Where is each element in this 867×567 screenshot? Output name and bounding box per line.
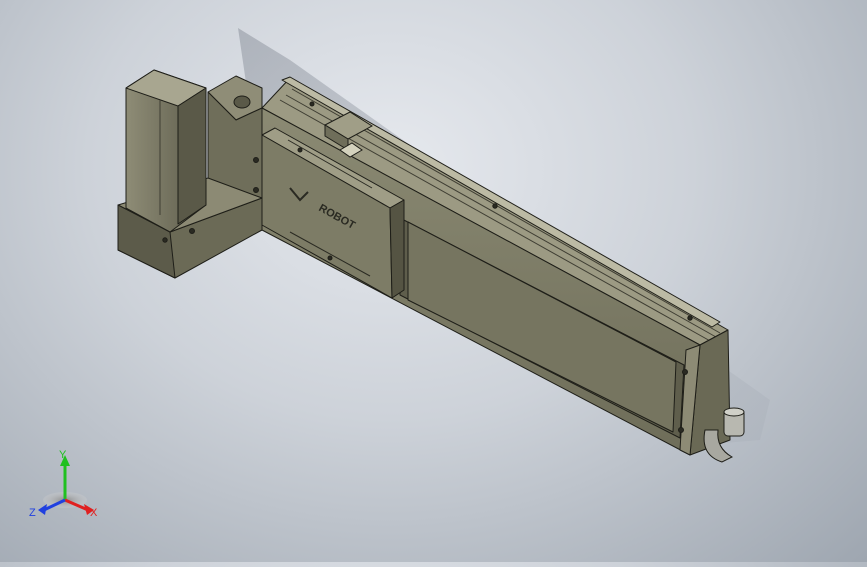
z-axis-arrow: [38, 504, 47, 515]
cad-viewport[interactable]: ROBOT Y X Z: [0, 0, 867, 562]
model-canvas[interactable]: ROBOT Y X Z: [0, 0, 867, 562]
y-axis-label: Y: [59, 449, 67, 461]
z-axis-label: Z: [29, 507, 36, 519]
coordinate-triad: Y X Z: [29, 449, 98, 519]
mount-bore: [233, 95, 251, 109]
x-axis-label: X: [90, 507, 98, 519]
